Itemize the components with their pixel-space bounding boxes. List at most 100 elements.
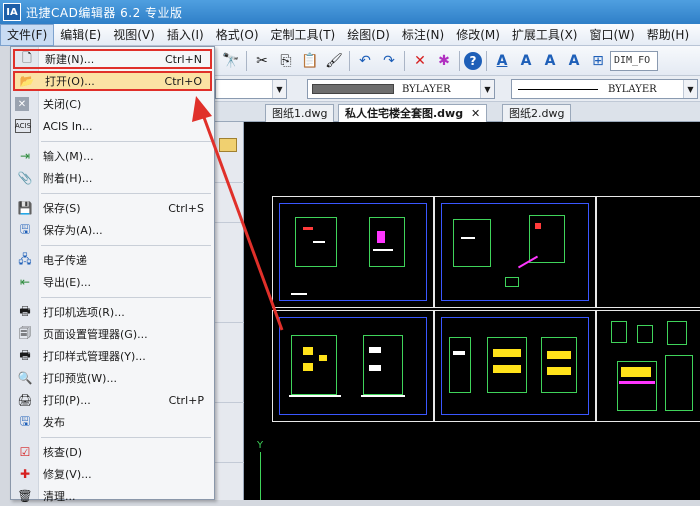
menu-item-printer-options[interactable]: 🖶 打印机选项(R)... [13,302,212,322]
toolbar-separator [349,50,350,71]
binoculars-icon[interactable]: 🔭 [220,50,242,72]
menu-item-label: 电子传递 [43,254,87,267]
menu-view[interactable]: 视图(V) [107,24,161,46]
menu-modify[interactable]: 修改(M) [450,24,506,46]
document-tabs: 图纸1.dwg 私人住宅楼全套图.dwg ✕ 图纸2.dwg [215,102,700,123]
menu-file[interactable]: 文件(F) [0,23,55,46]
menu-item-open[interactable]: 📂 打开(O)... Ctrl+O [13,71,212,91]
elevation-detail [361,395,405,397]
plan-detail [377,231,385,243]
page-setup-icon: 🗐 [19,325,31,340]
delete-icon[interactable]: ✕ [409,50,431,72]
elevation-detail [453,351,465,355]
layer-panel-brush-icon[interactable] [219,138,237,152]
menu-item-new[interactable]: 🗋 新建(N)... Ctrl+N [13,49,212,69]
elevation-detail [303,363,313,371]
save-icon: 💾 [17,201,33,215]
menu-format[interactable]: 格式(O) [210,24,265,46]
menu-insert[interactable]: 插入(I) [161,24,210,46]
drawing-canvas[interactable]: Y [244,122,700,500]
layer-color-combo[interactable]: ▼ [215,79,287,99]
menu-dimension[interactable]: 标注(N) [396,24,450,46]
menu-item-repair[interactable]: ✚ 修复(V)... [13,464,212,484]
menu-item-page-setup[interactable]: 🗐 页面设置管理器(G)... [13,324,212,344]
redo-icon[interactable]: ↷ [378,50,400,72]
menu-draw[interactable]: 绘图(D) [341,24,396,46]
tab-label: 私人住宅楼全套图.dwg [345,107,464,120]
publish-icon: 🖫 [19,413,31,428]
toolbar-separator [246,50,247,71]
ucs-axis-label: Y [257,440,264,451]
menu-item-shortcut: Ctrl+N [164,52,202,66]
elevation [541,337,577,393]
file-menu-dropdown: 🗋 新建(N)... Ctrl+N 📂 打开(O)... Ctrl+O ✕ 关闭… [10,46,215,503]
menu-help[interactable]: 帮助(H) [641,24,695,46]
menu-item-import[interactable]: ⇥ 输入(M)... [13,146,212,166]
menu-item-label: 输入(M)... [43,150,94,163]
export-icon: ⇤ [19,275,31,289]
new-file-icon: 🗋 [22,50,32,65]
copy-icon[interactable]: ⎘ [275,50,297,72]
lineweight-combo[interactable]: BYLAYER ▼ [511,79,698,99]
menu-item-audit[interactable]: ☑ 核查(D) [13,442,212,462]
print-preview-icon: 🔍 [17,371,33,385]
menu-item-print-preview[interactable]: 🔍 打印预览(W)... [13,368,212,388]
undo-icon[interactable]: ↶ [354,50,376,72]
close-icon[interactable]: ✕ [471,107,480,120]
menu-item-etransmit[interactable]: 🖧 电子传递 [13,250,212,270]
drawing-sheet [272,196,434,308]
tab-drawing2[interactable]: 图纸2.dwg [502,104,572,122]
menu-item-purge[interactable]: 🗑 清理... [13,486,212,506]
lineweight-line [518,88,598,90]
multiline-text-icon[interactable]: A [515,50,537,72]
menu-item-label: ACIS In... [43,119,93,133]
menu-item-label: 关闭(C) [43,98,82,111]
menu-item-label: 保存(S) [43,202,81,215]
drawing-sheet [272,310,434,422]
menu-item-publish[interactable]: 🖫 发布 [13,412,212,432]
properties-bar: ▼ BYLAYER ▼ BYLAYER ▼ [215,76,700,102]
repair-icon: ✚ [19,467,31,481]
plot-style-icon: 🖶 [19,347,31,362]
text-justify-icon[interactable]: ⊞ [587,50,609,72]
tab-label: 图纸2.dwg [509,107,565,120]
linetype-combo[interactable]: BYLAYER ▼ [307,79,495,99]
menu-separator [41,437,211,438]
match-properties-icon[interactable]: 🖌 [323,50,345,72]
tab-drawing1[interactable]: 图纸1.dwg [265,104,335,122]
menu-item-acis-in[interactable]: ACIS ACIS In... [13,116,212,136]
menu-item-label: 核查(D) [43,446,83,459]
chevron-down-icon: ▼ [272,80,286,98]
elevation [291,335,337,395]
menu-item-attach[interactable]: 📎 附着(H)... [13,168,212,188]
etransmit-icon: 🖧 [18,251,32,266]
elevation-detail [369,347,381,353]
menu-item-print[interactable]: 🖨 打印(P)... Ctrl+P [13,390,212,410]
menu-item-close[interactable]: ✕ 关闭(C) [13,94,212,114]
menu-item-save-as[interactable]: 🖫 保存为(A)... [13,220,212,240]
purge-icon: 🗑 [17,489,33,503]
menu-item-plot-style[interactable]: 🖶 打印样式管理器(Y)... [13,346,212,366]
edit-text-icon[interactable]: A [539,50,561,72]
tab-label: 图纸1.dwg [272,107,328,120]
menu-customize[interactable]: 定制工具(T) [265,24,342,46]
elevation-detail [319,355,327,361]
save-as-icon: 🖫 [19,221,31,236]
elevation-detail [547,367,571,375]
section-detail [665,355,693,411]
explode-icon[interactable]: ✱ [433,50,455,72]
cut-icon[interactable]: ✂ [251,50,273,72]
text-scale-icon[interactable]: A [563,50,585,72]
menu-item-save[interactable]: 💾 保存(S) Ctrl+S [13,198,212,218]
tab-private-residence[interactable]: 私人住宅楼全套图.dwg ✕ [338,104,488,123]
dim-style-field[interactable]: DIM_FO [610,50,658,71]
help-icon[interactable]: ? [464,51,482,70]
menu-window[interactable]: 窗口(W) [584,24,641,46]
menu-item-export[interactable]: ⇤ 导出(E)... [13,272,212,292]
paste-icon[interactable]: 📋 [299,50,321,72]
menu-edit[interactable]: 编辑(E) [54,24,107,46]
text-style-icon[interactable]: A [491,50,513,72]
elevation-detail [493,349,521,357]
menu-extensions[interactable]: 扩展工具(X) [506,24,584,46]
close-icon: ✕ [15,97,29,111]
